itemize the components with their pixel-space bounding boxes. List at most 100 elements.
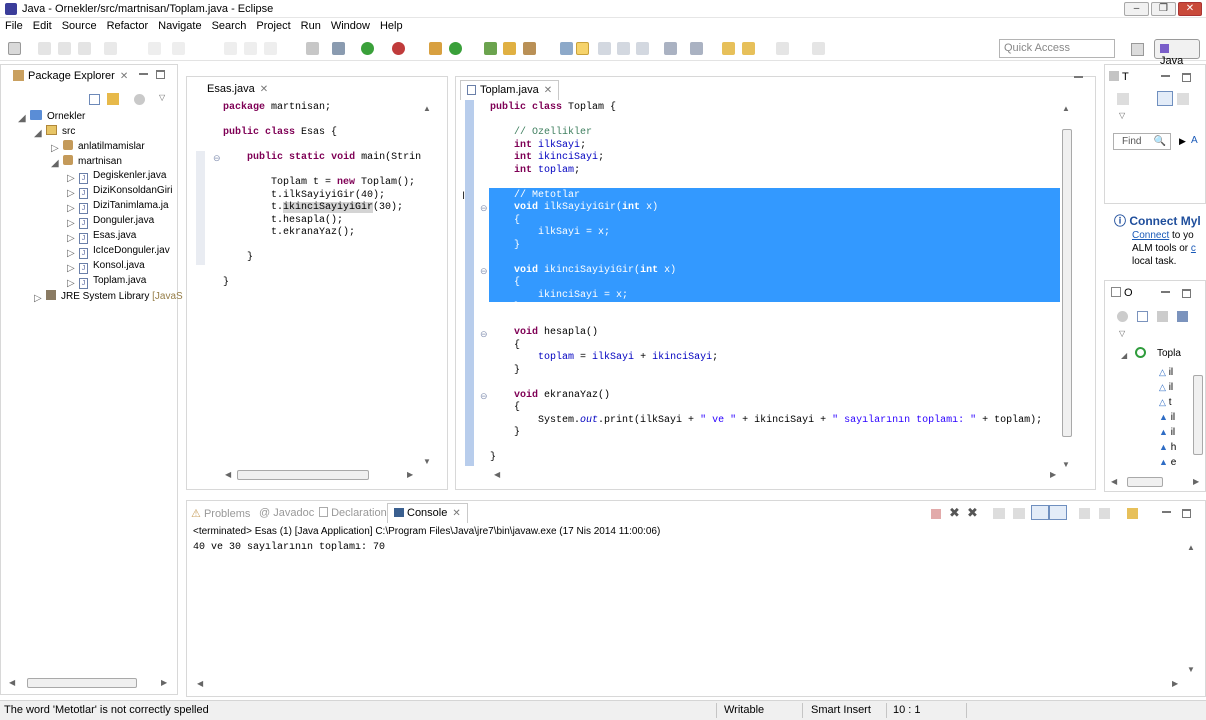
pin-console-icon[interactable]: [1079, 508, 1090, 519]
open-console-icon[interactable]: [1127, 508, 1138, 519]
new-java-project-icon[interactable]: [429, 42, 442, 55]
sort-icon[interactable]: [1117, 311, 1128, 322]
skip-breakpoints-icon[interactable]: [306, 42, 319, 55]
collapse-arrow-icon[interactable]: ▷: [67, 218, 75, 229]
open-type-icon[interactable]: [104, 42, 117, 55]
scroll-up-icon[interactable]: ▲: [1187, 543, 1195, 552]
scroll-right-icon[interactable]: ▶: [1172, 679, 1178, 688]
tree-item-file[interactable]: J DiziTanimlama.ja: [79, 200, 169, 214]
external-tools-icon[interactable]: [392, 42, 405, 55]
menu-edit[interactable]: Edit: [28, 18, 57, 32]
tree-item-file[interactable]: J Konsol.java: [79, 260, 145, 274]
horizontal-scrollbar[interactable]: ◀ ▶: [494, 470, 1056, 480]
expand-arrow-icon[interactable]: ◢: [18, 113, 26, 124]
tab-problems[interactable]: ⚠ Problems: [191, 507, 250, 520]
last-edit-icon[interactable]: [722, 42, 735, 55]
scroll-thumb[interactable]: [1062, 129, 1072, 437]
new-task-icon[interactable]: [1117, 93, 1129, 105]
menu-navigate[interactable]: Navigate: [153, 18, 206, 32]
arrow-right-icon[interactable]: ▶: [1179, 136, 1186, 147]
fold-icon[interactable]: ⊖: [480, 203, 488, 214]
print-icon[interactable]: [78, 42, 91, 55]
tree-item-martnisan[interactable]: martnisan: [63, 155, 122, 167]
save-all-icon[interactable]: [58, 42, 71, 55]
scroll-down-icon[interactable]: ▼: [1062, 460, 1070, 469]
scroll-right-icon[interactable]: ▶: [1050, 470, 1056, 479]
collapse-arrow-icon[interactable]: ▷: [67, 263, 75, 274]
collapse-arrow-icon[interactable]: ▷: [67, 278, 75, 289]
search-tool-icon[interactable]: [523, 42, 536, 55]
esas-code[interactable]: package martnisan; public class Esas { p…: [223, 102, 421, 290]
scroll-left-icon[interactable]: ◀: [1111, 477, 1117, 486]
tree-item-anlatilmamislar[interactable]: anlatilmamislar: [63, 140, 145, 152]
suspend-icon[interactable]: [244, 42, 257, 55]
tree-item-file[interactable]: J IcIceDonguler.jav: [79, 245, 170, 259]
menu-refactor[interactable]: Refactor: [102, 18, 154, 32]
forward-icon[interactable]: [776, 42, 789, 55]
tree-item-file[interactable]: J Degiskenler.java: [79, 170, 166, 184]
focus-task-icon[interactable]: [134, 94, 145, 105]
maximize-icon[interactable]: [1182, 509, 1191, 518]
minimize-icon[interactable]: [1162, 508, 1171, 513]
scroll-lock-icon[interactable]: [1013, 508, 1025, 519]
fold-icon[interactable]: ⊖: [480, 266, 488, 277]
tab-outline[interactable]: O: [1111, 287, 1133, 307]
tree-item-file[interactable]: J Donguler.java: [79, 215, 154, 229]
collapse-arrow-icon[interactable]: ▷: [67, 248, 75, 259]
close-icon[interactable]: ✕: [452, 508, 460, 519]
minimize-button[interactable]: –: [1124, 2, 1149, 16]
collapse-arrow-icon[interactable]: ▷: [34, 293, 42, 304]
fold-icon[interactable]: ⊖: [480, 391, 488, 402]
horizontal-scrollbar[interactable]: ◀ ▶: [9, 678, 171, 688]
terminate-icon[interactable]: [931, 509, 941, 519]
highlight-icon[interactable]: [576, 42, 589, 55]
scroll-right-icon[interactable]: ▶: [1193, 477, 1199, 486]
collapse-all-icon[interactable]: [1137, 311, 1148, 322]
tree-item-src[interactable]: src: [46, 125, 75, 137]
horizontal-scrollbar[interactable]: ◀ ▶: [225, 470, 415, 480]
scroll-left-icon[interactable]: ◀: [9, 678, 15, 687]
block-select-icon[interactable]: [598, 42, 611, 55]
menu-file[interactable]: File: [0, 18, 28, 32]
expand-arrow-icon[interactable]: ◢: [34, 128, 42, 139]
close-icon[interactable]: ✕: [260, 84, 268, 95]
collapse-arrow-icon[interactable]: ▷: [67, 233, 75, 244]
toggle-mark-icon[interactable]: [560, 42, 573, 55]
quick-access-input[interactable]: Quick Access: [999, 39, 1115, 58]
outline-item[interactable]: ▲ h: [1159, 440, 1176, 455]
console-output[interactable]: 40 ve 30 sayılarının toplamı: 70: [193, 542, 385, 553]
filter-icon[interactable]: [1177, 93, 1189, 105]
link-editor-icon[interactable]: [107, 93, 119, 105]
tree-item-file[interactable]: J DiziKonsoldanGiri: [79, 185, 172, 199]
find-input[interactable]: Find 🔍: [1113, 133, 1171, 150]
menu-search[interactable]: Search: [207, 18, 252, 32]
outline-item[interactable]: ▲ e: [1159, 455, 1176, 470]
scroll-thumb[interactable]: [1127, 477, 1163, 487]
hide-fields-icon[interactable]: [1157, 311, 1168, 322]
open-task-icon[interactable]: [484, 42, 497, 55]
minimize-icon[interactable]: [1161, 72, 1170, 77]
tab-javadoc[interactable]: @ Javadoc: [259, 507, 314, 519]
new-class-icon[interactable]: [449, 42, 462, 55]
scroll-up-icon[interactable]: ▲: [423, 104, 431, 113]
show-on-stdout-icon[interactable]: [1031, 505, 1049, 520]
close-icon[interactable]: ✕: [544, 85, 552, 96]
connect-link-2[interactable]: c: [1191, 243, 1196, 254]
remove-launch-icon[interactable]: ✖: [949, 505, 960, 521]
next-annotation-icon[interactable]: [664, 42, 677, 55]
close-button[interactable]: ✕: [1178, 2, 1202, 16]
maximize-icon[interactable]: [156, 70, 165, 79]
menu-source[interactable]: Source: [57, 18, 102, 32]
java-perspective-button[interactable]: Java: [1154, 39, 1200, 67]
collapse-arrow-icon[interactable]: ▷: [67, 188, 75, 199]
toplam-code[interactable]: public class Toplam { // Ozellikler int …: [490, 102, 1042, 465]
back-icon[interactable]: [742, 42, 755, 55]
outline-item[interactable]: △ il: [1159, 380, 1176, 395]
open-folder-icon[interactable]: [503, 42, 516, 55]
maximize-button[interactable]: ❐: [1151, 2, 1176, 16]
vertical-scrollbar[interactable]: [1193, 365, 1203, 465]
collapse-arrow-icon[interactable]: ▷: [67, 203, 75, 214]
close-icon[interactable]: ✕: [120, 71, 128, 82]
open-perspective-icon[interactable]: [1131, 43, 1144, 56]
menu-project[interactable]: Project: [251, 18, 295, 32]
